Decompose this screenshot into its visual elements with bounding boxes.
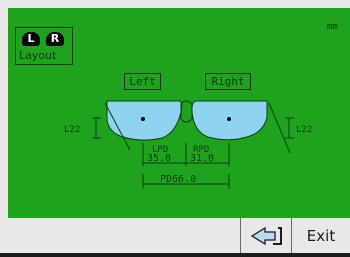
left-optical-center bbox=[141, 117, 145, 121]
frame-diagram: L22 L22 LPD RPD 35.0 31.0 PD66.0 bbox=[64, 100, 312, 189]
right-height-value: L22 bbox=[296, 125, 312, 135]
left-height-value: L22 bbox=[64, 125, 80, 135]
pd-value: PD66.0 bbox=[160, 174, 196, 185]
rpd-value: 31.0 bbox=[190, 153, 214, 164]
screen: L R Layout mm Left Right L22 L22 LPD RPD… bbox=[0, 0, 350, 253]
right-optical-center bbox=[227, 117, 231, 121]
back-arrow-icon bbox=[250, 226, 282, 246]
left-lens bbox=[106, 100, 183, 141]
right-temple-line bbox=[268, 102, 291, 154]
back-button[interactable] bbox=[240, 218, 292, 253]
right-height-marker bbox=[285, 117, 294, 139]
lpd-value: 35.0 bbox=[147, 153, 171, 164]
exit-button[interactable]: Exit bbox=[292, 218, 350, 253]
bridge bbox=[180, 100, 193, 123]
left-height-marker bbox=[92, 117, 101, 139]
bottom-toolbar: Exit bbox=[0, 218, 350, 253]
